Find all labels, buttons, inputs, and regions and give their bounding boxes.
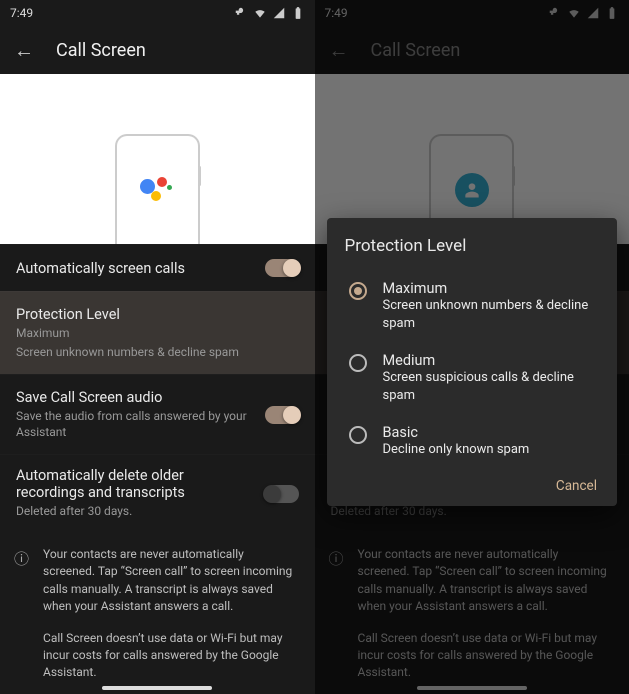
- option-label: Medium: [383, 352, 606, 369]
- option-label: Basic: [383, 424, 530, 441]
- device-illustration: [115, 134, 200, 244]
- radio-selected-icon: [349, 282, 367, 300]
- screenshot-left: 7:49 ← Call Screen Automatically screen …: [0, 0, 315, 694]
- wifi-icon: [253, 6, 267, 20]
- setting-desc: Deleted after 30 days.: [16, 504, 253, 520]
- option-basic[interactable]: Basic Decline only known spam: [345, 414, 610, 469]
- setting-title: Protection Level: [16, 306, 299, 323]
- setting-value: Maximum: [16, 326, 299, 342]
- setting-title: Save Call Screen audio: [16, 389, 253, 406]
- cancel-button[interactable]: Cancel: [556, 478, 597, 494]
- battery-icon: [291, 6, 305, 20]
- protection-level-dialog: Protection Level Maximum Screen unknown …: [327, 218, 618, 506]
- option-label: Maximum: [383, 280, 606, 297]
- signal-icon: [272, 6, 286, 20]
- status-time: 7:49: [10, 6, 33, 20]
- toggle-save-audio[interactable]: [265, 406, 299, 424]
- info-icon: ⓘ: [14, 548, 29, 694]
- setting-protection-level[interactable]: Protection Level Maximum Screen unknown …: [0, 291, 315, 374]
- back-icon[interactable]: ←: [14, 38, 34, 63]
- setting-desc: Save the audio from calls answered by yo…: [16, 409, 253, 440]
- setting-title: Automatically screen calls: [16, 260, 253, 277]
- radio-unselected-icon: [349, 426, 367, 444]
- dialog-title: Protection Level: [345, 236, 610, 256]
- option-desc: Decline only known spam: [383, 441, 530, 459]
- assistant-logo-icon: [140, 173, 174, 207]
- hero-illustration: [0, 74, 315, 244]
- setting-auto-delete[interactable]: Automatically delete older recordings an…: [0, 454, 315, 532]
- screenshot-right: 7:49 ← Call Screen Automatically screen …: [315, 0, 629, 694]
- info-text-1: Your contacts are never automatically sc…: [43, 546, 298, 616]
- radio-unselected-icon: [349, 354, 367, 372]
- toggle-auto-delete[interactable]: [265, 485, 299, 503]
- toggle-auto-screen[interactable]: [265, 259, 299, 277]
- vpn-key-icon: [234, 6, 248, 20]
- option-medium[interactable]: Medium Screen suspicious calls & decline…: [345, 342, 610, 414]
- setting-desc: Screen unknown numbers & decline spam: [16, 345, 299, 361]
- setting-save-audio[interactable]: Save Call Screen audio Save the audio fr…: [0, 374, 315, 454]
- nav-handle[interactable]: [102, 686, 212, 690]
- app-bar: ← Call Screen: [0, 26, 315, 74]
- page-title: Call Screen: [56, 40, 146, 61]
- option-desc: Screen suspicious calls & decline spam: [383, 369, 606, 404]
- option-maximum[interactable]: Maximum Screen unknown numbers & decline…: [345, 270, 610, 342]
- setting-title: Automatically delete older recordings an…: [16, 467, 253, 501]
- status-bar: 7:49: [0, 0, 315, 26]
- info-text-2: Call Screen doesn’t use data or Wi-Fi bu…: [43, 630, 298, 682]
- info-block: ⓘ Your contacts are never automatically …: [0, 532, 315, 694]
- setting-auto-screen[interactable]: Automatically screen calls: [0, 244, 315, 291]
- option-desc: Screen unknown numbers & decline spam: [383, 297, 606, 332]
